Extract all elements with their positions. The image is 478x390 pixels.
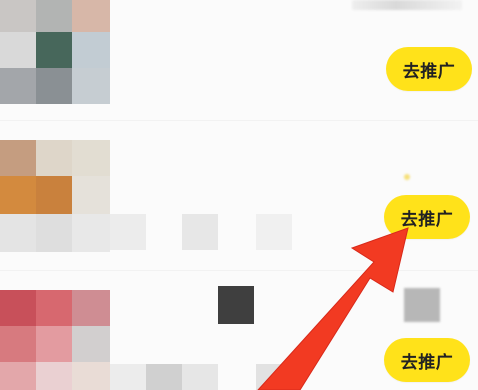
blurred-text-block <box>256 214 292 250</box>
blurred-price-text <box>352 0 462 10</box>
blurred-text-block <box>218 286 254 324</box>
blurred-text-block <box>110 364 146 390</box>
blurred-text-block <box>146 364 182 390</box>
list-item[interactable]: 去推广 <box>0 268 478 390</box>
promote-button[interactable]: 去推广 <box>384 195 470 239</box>
list-item[interactable]: 去推广 <box>0 118 478 268</box>
product-thumbnail[interactable] <box>0 0 110 104</box>
blurred-text-block <box>404 174 410 180</box>
blurred-text-block <box>256 364 292 390</box>
promote-button[interactable]: 去推广 <box>386 47 472 91</box>
blurred-text-block <box>182 364 218 390</box>
blurred-text-block <box>404 288 440 322</box>
product-thumbnail[interactable] <box>0 140 110 252</box>
product-thumbnail[interactable] <box>0 290 110 390</box>
promote-button-label: 去推广 <box>400 352 454 373</box>
promote-button[interactable]: 去推广 <box>384 338 470 382</box>
blurred-text-block <box>110 214 146 250</box>
list-item[interactable]: 去推广 <box>0 0 478 118</box>
blurred-text-block <box>182 214 218 250</box>
promote-button-label: 去推广 <box>400 209 454 230</box>
promote-button-label: 去推广 <box>402 61 456 82</box>
